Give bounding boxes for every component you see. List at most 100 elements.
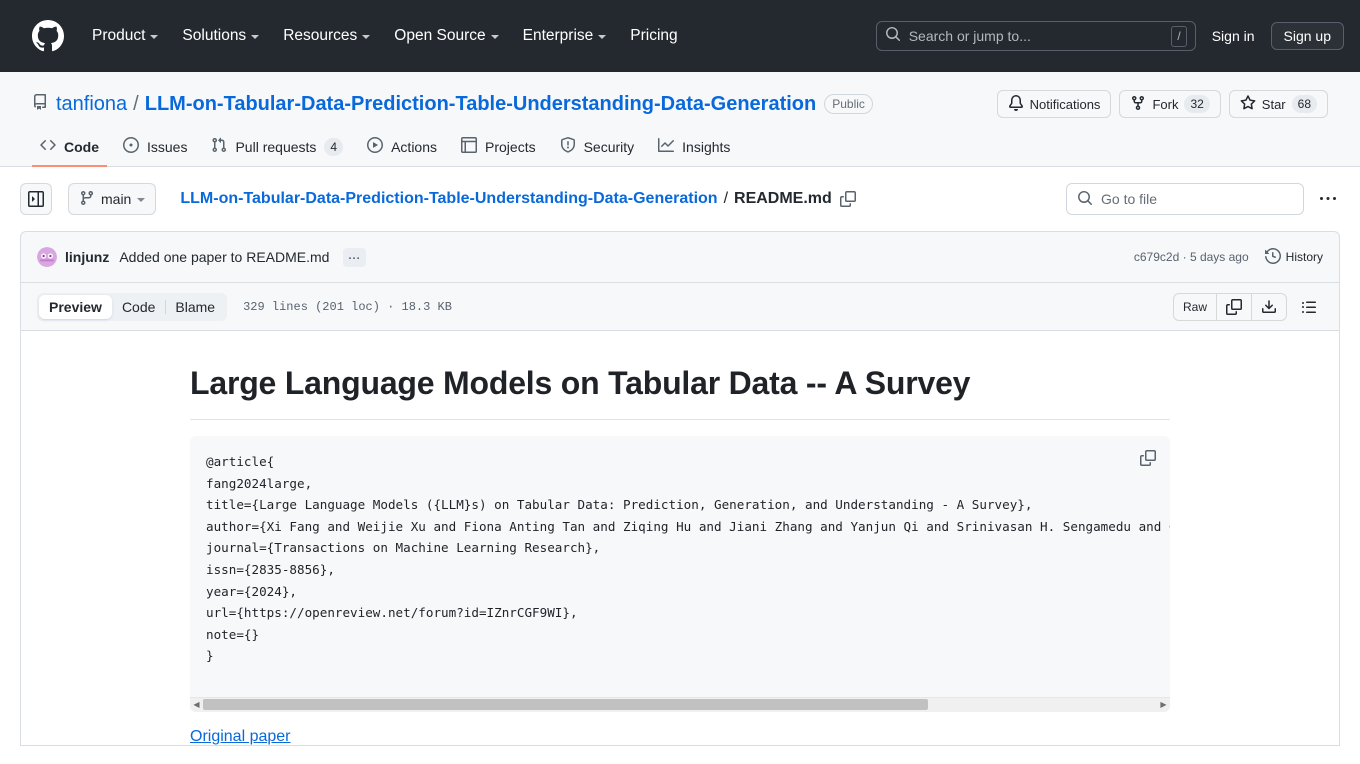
- commit-message-link[interactable]: Added one paper to README.md: [119, 249, 329, 265]
- graph-icon: [658, 137, 675, 156]
- commit-sha[interactable]: c679c2d: [1134, 250, 1179, 264]
- kebab-horizontal-icon[interactable]: [1312, 183, 1344, 215]
- tab-label: Security: [583, 138, 635, 155]
- markdown-preview-body: Large Language Models on Tabular Data --…: [21, 331, 1339, 745]
- sidebar-expand-icon[interactable]: [20, 183, 52, 215]
- repo-tabs: Code Issues Pull requests 4 Actions Proj…: [32, 128, 1328, 167]
- raw-copy-download-group: Raw: [1172, 292, 1287, 321]
- chevron-down-icon: [251, 35, 260, 39]
- nav-item-open-source[interactable]: Open Source: [382, 19, 510, 53]
- chevron-down-icon: [598, 35, 607, 39]
- tab-pull-requests[interactable]: Pull requests 4: [203, 129, 351, 167]
- search-shortcut-badge: /: [1171, 25, 1187, 47]
- fork-icon: [1130, 95, 1146, 114]
- file-nav-right: Go to file: [1066, 183, 1344, 215]
- search-icon: [1077, 190, 1093, 209]
- page-title: Large Language Models on Tabular Data --…: [190, 363, 1170, 420]
- star-label: Star: [1261, 96, 1286, 112]
- fork-count: 32: [1184, 95, 1210, 113]
- sign-up-button[interactable]: Sign up: [1270, 22, 1344, 50]
- search-input[interactable]: Search or jump to... /: [875, 21, 1196, 51]
- download-icon[interactable]: [1252, 294, 1286, 320]
- code-icon: [40, 137, 56, 156]
- nav-item-product[interactable]: Product: [80, 19, 170, 53]
- commit-relative-time: 5 days ago: [1189, 250, 1249, 264]
- nav-item-solutions[interactable]: Solutions: [170, 19, 271, 53]
- tab-label: Code: [64, 138, 99, 155]
- tab-preview[interactable]: Preview: [39, 294, 112, 319]
- global-nav: Product Solutions Resources Open Source …: [80, 19, 690, 53]
- tab-code[interactable]: Code: [32, 129, 107, 167]
- notifications-button[interactable]: Notifications: [996, 90, 1112, 118]
- fork-button[interactable]: Fork 32: [1119, 90, 1221, 118]
- history-label: History: [1285, 250, 1323, 264]
- bibtex-code-block[interactable]: @article{ fang2024large, title={Large La…: [190, 436, 1170, 684]
- code-block-container: @article{ fang2024large, title={Large La…: [190, 436, 1170, 712]
- go-to-file-input[interactable]: Go to file: [1066, 183, 1304, 215]
- repo-name-link[interactable]: LLM-on-Tabular-Data-Prediction-Table-Und…: [145, 93, 817, 116]
- original-paper-link[interactable]: Original paper: [190, 728, 291, 745]
- breadcrumb-file: README.md: [734, 190, 832, 207]
- code-horizontal-scrollbar[interactable]: ◀ ▶: [190, 696, 1170, 712]
- list-unordered-icon[interactable]: [1295, 293, 1323, 321]
- nav-item-resources[interactable]: Resources: [271, 19, 382, 53]
- chevron-down-icon: [362, 35, 371, 39]
- tab-label: Issues: [147, 138, 188, 155]
- tab-blame[interactable]: Blame: [165, 295, 225, 319]
- tab-label: Pull requests: [235, 138, 317, 155]
- repo-visibility-badge: Public: [824, 94, 873, 114]
- view-switcher: Preview Code Blame: [37, 292, 228, 321]
- nav-item-label: Product: [92, 27, 146, 44]
- repo-actions: Notifications Fork 32 Star 68: [996, 90, 1328, 118]
- avatar[interactable]: [37, 247, 57, 267]
- scroll-right-arrow[interactable]: ▶: [1157, 700, 1170, 709]
- nav-item-label: Pricing: [630, 27, 678, 44]
- file-stats: 329 lines (201 loc) · 18.3 KB: [243, 299, 452, 314]
- tab-projects[interactable]: Projects: [453, 129, 544, 167]
- nav-item-enterprise[interactable]: Enterprise: [511, 19, 619, 53]
- issue-opened-icon: [123, 137, 139, 156]
- branch-selector[interactable]: main: [68, 183, 157, 215]
- global-header: Product Solutions Resources Open Source …: [0, 0, 1360, 72]
- nav-item-pricing[interactable]: Pricing: [618, 19, 689, 53]
- fork-label: Fork: [1152, 96, 1179, 112]
- commit-author-link[interactable]: linjunz: [65, 249, 109, 265]
- chevron-down-icon: [150, 35, 159, 39]
- history-icon: [1264, 247, 1281, 267]
- bibtex-code-text: @article{ fang2024large, title={Large La…: [206, 454, 1170, 664]
- nav-item-label: Open Source: [394, 27, 486, 44]
- copy-path-icon[interactable]: [839, 191, 856, 207]
- commit-expand-button[interactable]: ...: [343, 247, 366, 267]
- star-button[interactable]: Star 68: [1228, 90, 1328, 118]
- tab-actions[interactable]: Actions: [359, 129, 445, 167]
- tab-label: Projects: [485, 138, 536, 155]
- tab-code-view[interactable]: Code: [112, 295, 165, 319]
- repo-owner-link[interactable]: tanfiona: [56, 93, 127, 116]
- nav-item-label: Enterprise: [522, 27, 594, 44]
- shield-icon: [560, 137, 576, 156]
- tab-insights[interactable]: Insights: [650, 129, 738, 167]
- repo-separator: /: [133, 92, 139, 115]
- tab-issues[interactable]: Issues: [115, 129, 195, 167]
- scrollbar-track[interactable]: [203, 699, 1157, 711]
- github-mark-icon[interactable]: [32, 20, 64, 52]
- history-link[interactable]: History: [1264, 247, 1323, 267]
- go-to-file-placeholder: Go to file: [1101, 191, 1158, 207]
- copy-icon[interactable]: [1134, 444, 1162, 472]
- search-placeholder: Search or jump to...: [908, 28, 1031, 44]
- raw-button[interactable]: Raw: [1174, 293, 1217, 320]
- scroll-left-arrow[interactable]: ◀: [190, 700, 203, 709]
- tab-security[interactable]: Security: [552, 129, 643, 167]
- chevron-down-icon: [490, 35, 499, 39]
- commit-dot: ·: [1182, 250, 1187, 264]
- breadcrumb-repo-link[interactable]: LLM-on-Tabular-Data-Prediction-Table-Und…: [180, 190, 717, 208]
- bell-icon: [1008, 94, 1024, 114]
- star-count: 68: [1291, 95, 1317, 113]
- git-pull-request-icon: [211, 137, 227, 156]
- sign-in-link[interactable]: Sign in: [1212, 28, 1255, 44]
- notifications-label: Notifications: [1029, 96, 1101, 112]
- tab-label: Actions: [391, 138, 438, 155]
- copy-icon[interactable]: [1217, 293, 1252, 320]
- pull-requests-count: 4: [324, 137, 344, 156]
- scrollbar-thumb[interactable]: [203, 699, 929, 711]
